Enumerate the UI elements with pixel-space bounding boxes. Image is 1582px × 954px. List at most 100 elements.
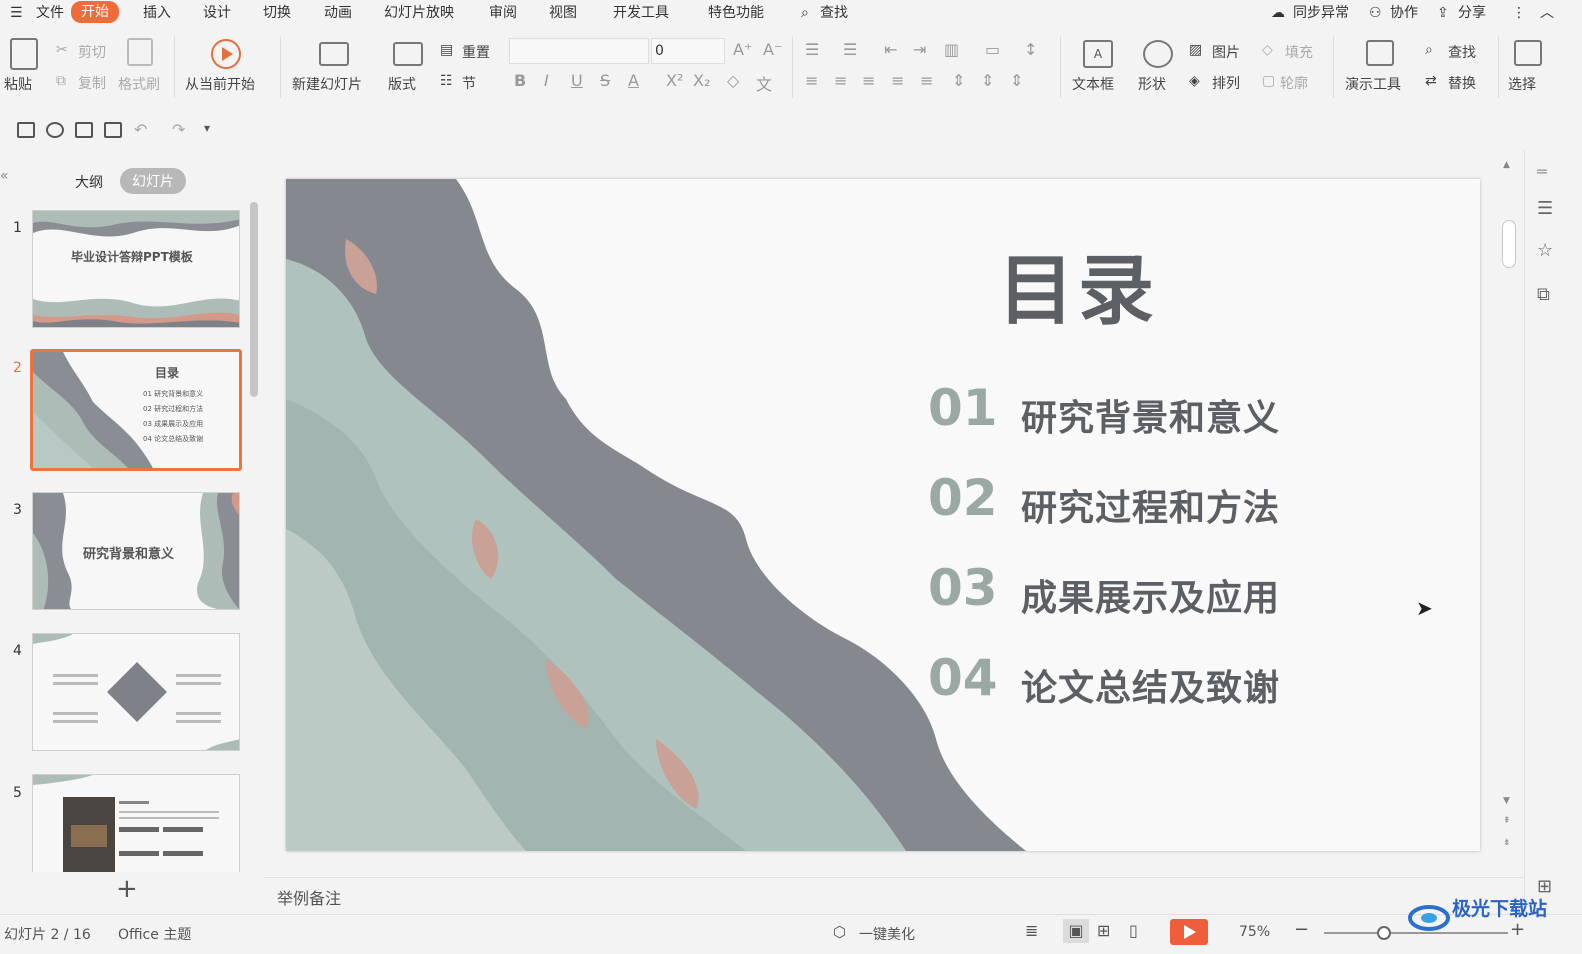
- justify-icon[interactable]: ≡: [891, 71, 904, 90]
- hamburger-icon[interactable]: ☰: [10, 3, 23, 23]
- increase-indent-icon[interactable]: ⇥: [913, 40, 926, 59]
- replace-button[interactable]: 替换: [1448, 73, 1476, 93]
- menu-review[interactable]: 审阅: [489, 3, 517, 23]
- section-button[interactable]: 节: [462, 73, 476, 93]
- menu-features[interactable]: 特色功能: [708, 3, 764, 23]
- shape-button[interactable]: 形状: [1138, 74, 1166, 94]
- print-preview-icon[interactable]: [104, 122, 122, 138]
- presentation-tools-icon[interactable]: [1366, 40, 1394, 66]
- menu-developer[interactable]: 开发工具: [613, 3, 669, 23]
- undo-icon[interactable]: ↶: [134, 120, 147, 139]
- new-slide-button[interactable]: 新建幻灯片: [292, 74, 362, 94]
- layout-button[interactable]: 版式: [388, 74, 416, 94]
- slide-thumbnail-2[interactable]: 目录 01 研究背景和意义 02 研究过程和方法 03 成果展示及应用 04 论…: [30, 349, 242, 471]
- star-icon[interactable]: ☆: [1537, 240, 1553, 261]
- theme-name[interactable]: Office 主题: [118, 924, 191, 944]
- next-slide-icon[interactable]: ⇟: [1503, 838, 1511, 848]
- scroll-thumb[interactable]: [1502, 220, 1516, 268]
- toc-item-text[interactable]: 成果展示及应用: [1021, 569, 1280, 621]
- fill-button[interactable]: 填充: [1285, 42, 1313, 62]
- select-button[interactable]: 选择: [1508, 74, 1536, 94]
- tab-slides[interactable]: 幻灯片: [120, 168, 186, 194]
- panel-scrollbar[interactable]: [250, 202, 258, 397]
- print-icon[interactable]: [75, 122, 93, 138]
- reading-view-icon[interactable]: ▯: [1129, 921, 1138, 940]
- collapse-ribbon-icon[interactable]: ︿: [1540, 3, 1554, 23]
- align-text-icon[interactable]: ↕: [1024, 40, 1037, 59]
- menu-search[interactable]: 查找: [820, 3, 848, 23]
- font-family-select[interactable]: [509, 38, 649, 64]
- prev-slide-icon[interactable]: ⇞: [1503, 816, 1511, 826]
- find-button[interactable]: 查找: [1448, 42, 1476, 62]
- toc-item-text[interactable]: 研究过程和方法: [1021, 479, 1280, 531]
- underline-icon[interactable]: U: [571, 71, 583, 90]
- numbering-icon[interactable]: ☰: [843, 40, 857, 59]
- slide-thumbnail-1[interactable]: 毕业设计答辩PPT模板: [32, 210, 240, 328]
- menu-file[interactable]: 文件: [36, 3, 64, 23]
- scroll-up-icon[interactable]: ▲: [1503, 160, 1510, 170]
- sync-status[interactable]: 同步异常: [1293, 3, 1349, 23]
- settings-sliders-icon[interactable]: ☰: [1537, 198, 1553, 219]
- format-painter-icon[interactable]: [127, 38, 153, 66]
- menu-transition[interactable]: 切换: [263, 3, 291, 23]
- slide-thumbnail-5[interactable]: [32, 774, 240, 872]
- subscript-icon[interactable]: X₂: [693, 71, 710, 90]
- bold-icon[interactable]: B: [514, 71, 526, 90]
- bullets-icon[interactable]: ☰: [805, 40, 819, 59]
- slide-title[interactable]: 目录: [998, 229, 1158, 339]
- phonetic-icon[interactable]: 文: [756, 71, 772, 95]
- zoom-level[interactable]: 75%: [1239, 924, 1270, 940]
- menu-animation[interactable]: 动画: [324, 3, 352, 23]
- textbox-icon[interactable]: A: [1083, 40, 1113, 68]
- play-slideshow-button[interactable]: [1170, 919, 1208, 945]
- shape-icon[interactable]: [1143, 40, 1173, 68]
- sorter-view-icon[interactable]: ⊞: [1097, 921, 1110, 940]
- eraser-icon[interactable]: ◇: [727, 71, 739, 90]
- menu-insert[interactable]: 插入: [143, 3, 171, 23]
- menu-slideshow[interactable]: 幻灯片放映: [384, 3, 454, 23]
- paste-button[interactable]: 粘贴: [4, 74, 32, 94]
- picture-button[interactable]: 图片: [1212, 42, 1240, 62]
- columns-icon[interactable]: ▥: [944, 40, 959, 59]
- textbox-button[interactable]: 文本框: [1072, 74, 1114, 94]
- format-painter-button[interactable]: 格式刷: [118, 74, 160, 94]
- font-size-select[interactable]: 0: [651, 38, 725, 64]
- drag-handle-icon[interactable]: ═: [1537, 162, 1547, 181]
- zoom-out-icon[interactable]: −: [1294, 919, 1309, 940]
- share-button[interactable]: 分享: [1458, 3, 1486, 23]
- layout-icon[interactable]: [393, 42, 423, 66]
- select-icon[interactable]: [1514, 40, 1542, 66]
- notes-area[interactable]: 举例备注: [264, 877, 1524, 913]
- add-slide-icon[interactable]: +: [116, 874, 138, 904]
- customize-icon[interactable]: ▾: [204, 121, 210, 135]
- decrease-font-icon[interactable]: A⁻: [763, 40, 782, 59]
- toc-item-text[interactable]: 研究背景和意义: [1021, 389, 1280, 441]
- notes-toggle-icon[interactable]: ≣: [1025, 921, 1038, 940]
- copy-button[interactable]: 复制: [78, 73, 106, 93]
- reset-button[interactable]: 重置: [462, 42, 490, 62]
- slides-swap-icon[interactable]: ⧉: [1537, 284, 1550, 305]
- tab-outline[interactable]: 大纲: [75, 172, 103, 192]
- scroll-down-icon[interactable]: ▼: [1503, 796, 1510, 806]
- para-spacing-icon[interactable]: ⇕: [981, 71, 994, 90]
- vertical-scrollbar[interactable]: ▲ ▼ ⇞ ⇟: [1500, 160, 1516, 860]
- menu-view[interactable]: 视图: [549, 3, 577, 23]
- decrease-indent-icon[interactable]: ⇤: [884, 40, 897, 59]
- arrange-button[interactable]: 排列: [1212, 73, 1240, 93]
- align-center-icon[interactable]: ≡: [834, 71, 847, 90]
- more-icon[interactable]: ⋮: [1512, 3, 1526, 23]
- slide-thumbnail-4[interactable]: [32, 633, 240, 751]
- play-icon[interactable]: [211, 39, 241, 69]
- italic-icon[interactable]: I: [544, 71, 549, 90]
- new-slide-icon[interactable]: [319, 42, 349, 66]
- save-icon[interactable]: [17, 122, 35, 138]
- menu-design[interactable]: 设计: [203, 3, 231, 23]
- strikethrough-icon[interactable]: S: [600, 71, 610, 90]
- font-color-icon[interactable]: A: [628, 71, 639, 90]
- collab-button[interactable]: 协作: [1390, 3, 1418, 23]
- paste-icon[interactable]: [10, 38, 38, 70]
- slide-canvas[interactable]: 目录 01 研究背景和意义 02 研究过程和方法 03 成果展示及应用 04 论…: [286, 179, 1480, 851]
- beautify-button[interactable]: 一键美化: [859, 924, 915, 944]
- toc-item-text[interactable]: 论文总结及致谢: [1021, 659, 1280, 711]
- text-direction-icon[interactable]: ▭: [985, 40, 1000, 59]
